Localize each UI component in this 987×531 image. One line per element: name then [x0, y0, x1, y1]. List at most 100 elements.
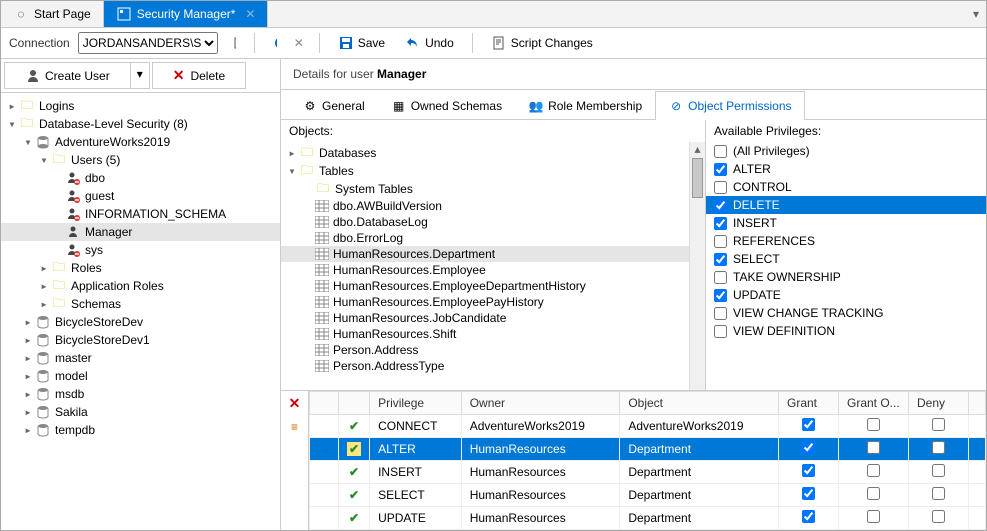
- priv-checkbox[interactable]: [714, 163, 727, 176]
- priv-alter[interactable]: ALTER: [706, 160, 986, 178]
- security-tree[interactable]: ▸🗀Logins ▾🗀Database-Level Security (8) ▾…: [1, 93, 280, 530]
- obj-table[interactable]: dbo.AWBuildVersion: [281, 198, 705, 214]
- obj-table-selected[interactable]: HumanResources.Department: [281, 246, 705, 262]
- priv-checkbox[interactable]: [714, 235, 727, 248]
- tree-node-users[interactable]: ▾🗀Users (5): [1, 151, 280, 169]
- grant-checkbox[interactable]: [802, 510, 815, 523]
- grant-checkbox[interactable]: [802, 487, 815, 500]
- tab-role-membership[interactable]: 👥Role Membership: [515, 91, 655, 120]
- priv-view-change-tracking[interactable]: VIEW CHANGE TRACKING: [706, 304, 986, 322]
- tree-node-adventureworks[interactable]: ▾AdventureWorks2019: [1, 133, 280, 151]
- tree-db-model[interactable]: ▸model: [1, 367, 280, 385]
- obj-table[interactable]: HumanResources.JobCandidate: [281, 310, 705, 326]
- col-grant-option[interactable]: Grant O...: [839, 392, 909, 415]
- tree-user-guest[interactable]: guest: [1, 187, 280, 205]
- tree-db-tempdb[interactable]: ▸tempdb: [1, 421, 280, 439]
- priv-checkbox[interactable]: [714, 199, 727, 212]
- tab-owned-schemas[interactable]: ▦Owned Schemas: [378, 91, 515, 120]
- tree-user-dbo[interactable]: dbo: [1, 169, 280, 187]
- tab-security-manager[interactable]: Security Manager* ✕: [104, 1, 269, 27]
- tree-user-manager[interactable]: Manager: [1, 223, 280, 241]
- priv-checkbox[interactable]: [714, 271, 727, 284]
- tree-node-schemas[interactable]: ▸🗀Schemas: [1, 295, 280, 313]
- create-dropdown[interactable]: ▾: [130, 63, 149, 88]
- obj-table[interactable]: HumanResources.EmployeePayHistory: [281, 294, 705, 310]
- priv-checkbox[interactable]: [714, 181, 727, 194]
- tab-start-page[interactable]: ◌ Start Page: [1, 1, 104, 27]
- grant-option-checkbox[interactable]: [867, 464, 880, 477]
- tree-db-master[interactable]: ▸master: [1, 349, 280, 367]
- obj-node-system-tables[interactable]: 🗀System Tables: [281, 180, 705, 198]
- grant-checkbox[interactable]: [802, 464, 815, 477]
- grant-option-checkbox[interactable]: [867, 510, 880, 523]
- undo-button[interactable]: Undo: [399, 33, 460, 53]
- tab-object-permissions[interactable]: ⊘Object Permissions: [655, 91, 804, 120]
- obj-table[interactable]: Person.AddressType: [281, 358, 705, 374]
- priv-insert[interactable]: INSERT: [706, 214, 986, 232]
- deny-checkbox[interactable]: [932, 510, 945, 523]
- scrollbar[interactable]: ▴: [689, 142, 705, 390]
- tree-node-db-security[interactable]: ▾🗀Database-Level Security (8): [1, 115, 280, 133]
- grid-row[interactable]: →✔ALTERHumanResourcesDepartment: [310, 438, 986, 461]
- obj-table[interactable]: HumanResources.Shift: [281, 326, 705, 342]
- grant-option-checkbox[interactable]: [867, 418, 880, 431]
- priv-take-ownership[interactable]: TAKE OWNERSHIP: [706, 268, 986, 286]
- tree-node-roles[interactable]: ▸🗀Roles: [1, 259, 280, 277]
- col-owner[interactable]: Owner: [461, 392, 620, 415]
- tree-user-sys[interactable]: sys: [1, 241, 280, 259]
- tree-db-msdb[interactable]: ▸msdb: [1, 385, 280, 403]
- priv-checkbox[interactable]: [714, 217, 727, 230]
- create-user-button[interactable]: Create User ▾: [4, 62, 150, 89]
- grant-checkbox[interactable]: [802, 418, 815, 431]
- priv-delete[interactable]: DELETE: [706, 196, 986, 214]
- priv-control[interactable]: CONTROL: [706, 178, 986, 196]
- priv-checkbox[interactable]: [714, 307, 727, 320]
- refresh-button[interactable]: [267, 35, 283, 51]
- grid-row[interactable]: ✔CONNECTAdventureWorks2019AdventureWorks…: [310, 415, 986, 438]
- grid-row[interactable]: ✔INSERTHumanResourcesDepartment: [310, 461, 986, 484]
- priv-view-definition[interactable]: VIEW DEFINITION: [706, 322, 986, 340]
- grant-option-checkbox[interactable]: [867, 487, 880, 500]
- col-deny[interactable]: Deny: [909, 392, 969, 415]
- tree-node-logins[interactable]: ▸🗀Logins: [1, 97, 280, 115]
- priv-checkbox[interactable]: [714, 253, 727, 266]
- grid-row[interactable]: ✔SELECTHumanResourcesDepartment: [310, 484, 986, 507]
- copy-button[interactable]: [226, 35, 242, 51]
- obj-table[interactable]: HumanResources.EmployeeDepartmentHistory: [281, 278, 705, 294]
- tree-db-sakila[interactable]: ▸Sakila: [1, 403, 280, 421]
- col-grant[interactable]: Grant: [779, 392, 839, 415]
- tree-user-info-schema[interactable]: INFORMATION_SCHEMA: [1, 205, 280, 223]
- save-button[interactable]: Save: [332, 33, 391, 53]
- privileges-list[interactable]: (All Privileges) ALTER CONTROL DELETE IN…: [706, 142, 986, 390]
- deny-checkbox[interactable]: [932, 441, 945, 454]
- obj-table[interactable]: dbo.DatabaseLog: [281, 214, 705, 230]
- tree-db-bicyclestoredev[interactable]: ▸BicycleStoreDev: [1, 313, 280, 331]
- col-object[interactable]: Object: [620, 392, 779, 415]
- close-icon[interactable]: ✕: [245, 7, 255, 21]
- script-changes-button[interactable]: Script Changes: [485, 33, 599, 53]
- obj-table[interactable]: dbo.ErrorLog: [281, 230, 705, 246]
- priv-update[interactable]: UPDATE: [706, 286, 986, 304]
- deny-checkbox[interactable]: [932, 418, 945, 431]
- obj-node-databases[interactable]: ▸🗀Databases: [281, 144, 705, 162]
- obj-table[interactable]: Person.Address: [281, 342, 705, 358]
- permissions-grid[interactable]: Privilege Owner Object Grant Grant O... …: [309, 391, 986, 530]
- deny-checkbox[interactable]: [932, 464, 945, 477]
- priv-checkbox[interactable]: [714, 145, 727, 158]
- col-privilege[interactable]: Privilege: [370, 392, 462, 415]
- priv-checkbox[interactable]: [714, 325, 727, 338]
- tree-node-app-roles[interactable]: ▸🗀Application Roles: [1, 277, 280, 295]
- edit-row-button[interactable]: ≡: [291, 420, 298, 434]
- scroll-thumb[interactable]: [692, 158, 703, 198]
- priv-select[interactable]: SELECT: [706, 250, 986, 268]
- deny-checkbox[interactable]: [932, 487, 945, 500]
- tab-general[interactable]: ⚙General: [289, 91, 378, 120]
- obj-table[interactable]: HumanResources.Employee: [281, 262, 705, 278]
- remove-row-button[interactable]: ✕: [289, 395, 301, 412]
- priv-references[interactable]: REFERENCES: [706, 232, 986, 250]
- priv-checkbox[interactable]: [714, 289, 727, 302]
- grant-checkbox[interactable]: [802, 441, 815, 454]
- objects-tree[interactable]: ▸🗀Databases ▾🗀Tables 🗀System Tables dbo.…: [281, 142, 705, 390]
- grid-row[interactable]: ✔UPDATEHumanResourcesDepartment: [310, 507, 986, 530]
- connection-select[interactable]: JORDANSANDERS\SQL...: [78, 32, 218, 54]
